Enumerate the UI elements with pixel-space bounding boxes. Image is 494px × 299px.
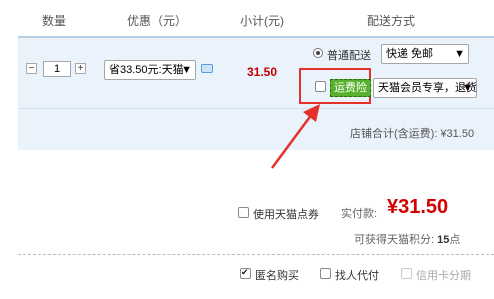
anonymous-label: 匿名购买 xyxy=(255,270,299,282)
points-line: 可获得天猫积分: 15点 xyxy=(354,231,460,247)
pay-label: 实付款: xyxy=(341,208,378,220)
pay-value: ¥31.50 xyxy=(387,196,449,218)
checkout-divider xyxy=(18,254,494,255)
coupon-label: 使用天猫点券 xyxy=(253,209,319,221)
proxy-pay-checkbox[interactable] xyxy=(320,268,331,279)
installment-checkbox[interactable] xyxy=(401,268,412,279)
coupon-checkbox[interactable] xyxy=(238,207,249,218)
points-prefix: 可获得天猫积分: xyxy=(354,234,435,246)
points-suffix: 点 xyxy=(449,234,461,246)
installment-label: 信用卡分期 xyxy=(416,270,471,282)
anonymous-checkbox[interactable] xyxy=(240,267,251,279)
points-value: 15 xyxy=(437,234,450,246)
proxy-pay-label: 找人代付 xyxy=(335,270,379,282)
